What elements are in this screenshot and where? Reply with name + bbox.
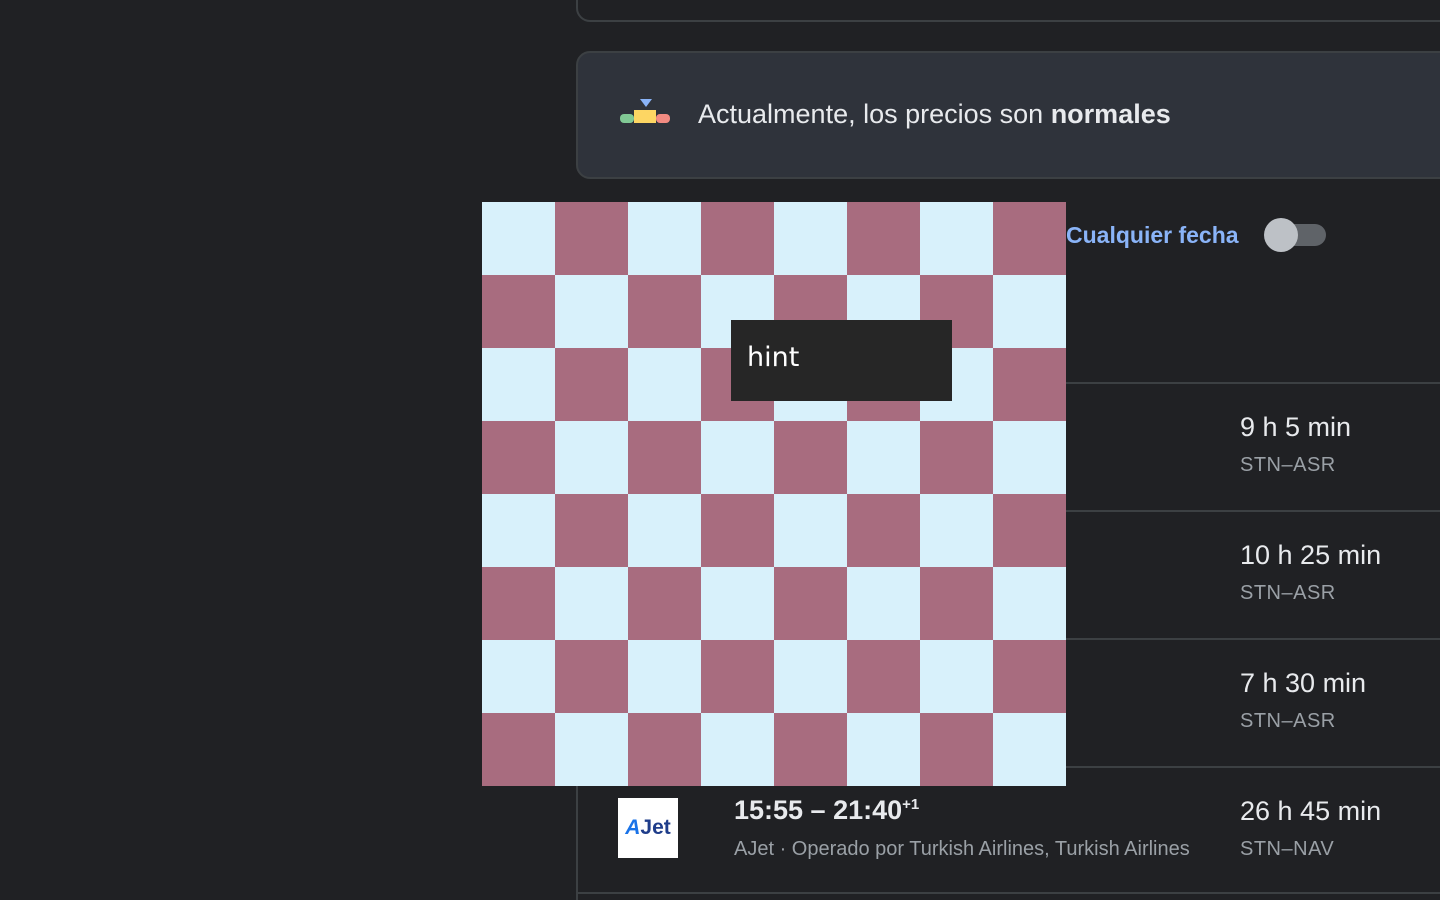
flight-airline-info: AJet · Operado por Turkish Airlines, Tur…: [734, 838, 1190, 860]
checker-cell: [555, 567, 628, 640]
checker-cell: [628, 567, 701, 640]
next-day-indicator: +1: [902, 796, 920, 813]
checker-cell: [920, 494, 993, 567]
checker-cell: [482, 567, 555, 640]
checker-cell: [993, 713, 1066, 786]
flight-duration: 10 h 25 min: [1240, 540, 1382, 570]
checker-cell: [847, 202, 920, 275]
airline-logo: A Jet: [618, 798, 678, 858]
checker-cell: [774, 713, 847, 786]
checker-cell: [628, 348, 701, 421]
checker-cell: [920, 567, 993, 640]
checker-cell: [993, 202, 1066, 275]
flight-route: STN–ASR: [1240, 582, 1336, 604]
flight-route: STN–NAV: [1240, 838, 1335, 860]
price-insight-level: normales: [1050, 99, 1171, 129]
checker-cell: [847, 713, 920, 786]
flight-times-range: 15:55 – 21:40: [734, 795, 903, 825]
checker-cell: [555, 421, 628, 494]
checker-cell: [920, 421, 993, 494]
checker-cell: [774, 567, 847, 640]
airline-logo-mark: A: [625, 816, 641, 839]
checker-cell: [847, 567, 920, 640]
checker-cell: [920, 202, 993, 275]
checker-cell: [482, 640, 555, 713]
airline-logo-wordmark: Jet: [640, 816, 671, 839]
checker-cell: [628, 202, 701, 275]
checker-cell: [774, 202, 847, 275]
checker-cell: [555, 348, 628, 421]
checker-cell: [920, 713, 993, 786]
checker-cell: [701, 640, 774, 713]
checker-cell: [555, 202, 628, 275]
price-insight-card[interactable]: Actualmente, los precios son normales: [576, 51, 1440, 179]
checkerboard-overlay: [482, 202, 1066, 786]
previous-card: [576, 0, 1440, 22]
checker-cell: [628, 494, 701, 567]
hint-tooltip: hint: [731, 320, 952, 401]
flight-duration: 26 h 45 min: [1240, 796, 1382, 826]
checker-cell: [847, 421, 920, 494]
hint-label: hint: [747, 342, 800, 373]
checker-cell: [774, 494, 847, 567]
flight-duration: 9 h 5 min: [1240, 412, 1352, 442]
checker-cell: [774, 421, 847, 494]
price-insight-prefix: Actualmente, los precios son: [698, 99, 1051, 129]
checker-cell: [993, 348, 1066, 421]
checker-cell: [628, 713, 701, 786]
flight-search-page: Actualmente, los precios son normales Cu…: [0, 0, 1440, 900]
flight-route: STN–ASR: [1240, 454, 1336, 476]
price-insight-text: Actualmente, los precios son normales: [698, 99, 1171, 130]
checker-cell: [482, 202, 555, 275]
checker-cell: [920, 640, 993, 713]
checker-cell: [482, 713, 555, 786]
checker-cell: [628, 421, 701, 494]
checker-cell: [555, 494, 628, 567]
any-date-toggle-knob[interactable]: [1264, 218, 1298, 252]
checker-cell: [628, 275, 701, 348]
checker-cell: [482, 421, 555, 494]
flight-route: STN–ASR: [1240, 710, 1336, 732]
checker-cell: [701, 713, 774, 786]
checker-cell: [993, 494, 1066, 567]
checker-cell: [555, 713, 628, 786]
price-level-indicator-icon: [620, 99, 670, 123]
checker-cell: [993, 275, 1066, 348]
checker-cell: [701, 202, 774, 275]
flight-times: 15:55 – 21:40+1: [734, 795, 919, 826]
checker-cell: [774, 640, 847, 713]
checker-cell: [993, 640, 1066, 713]
any-date-label: Cualquier fecha: [1066, 222, 1239, 248]
checker-cell: [555, 275, 628, 348]
checker-cell: [701, 421, 774, 494]
checker-cell: [482, 348, 555, 421]
checker-cell: [555, 640, 628, 713]
checker-cell: [701, 494, 774, 567]
checker-cell: [993, 421, 1066, 494]
checker-cell: [847, 494, 920, 567]
checker-cell: [628, 640, 701, 713]
checker-cell: [993, 567, 1066, 640]
checker-cell: [482, 275, 555, 348]
checker-cell: [482, 494, 555, 567]
checker-cell: [701, 567, 774, 640]
flight-duration: 7 h 30 min: [1240, 668, 1367, 698]
checker-cell: [847, 640, 920, 713]
